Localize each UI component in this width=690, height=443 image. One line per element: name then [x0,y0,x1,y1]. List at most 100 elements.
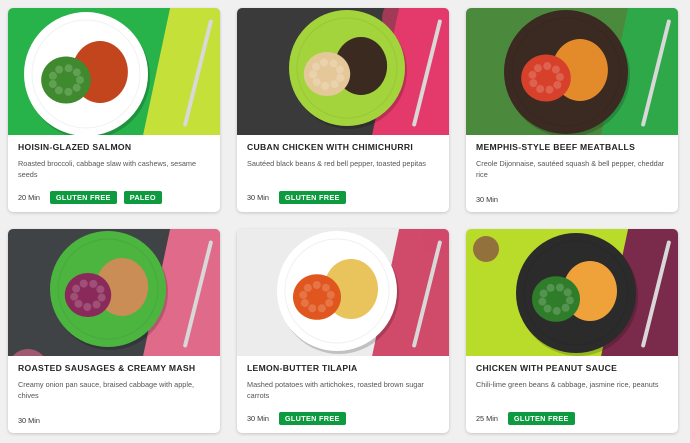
recipe-title[interactable]: Roasted Sausages & Creamy Mash [18,363,210,373]
food-detail [321,283,330,292]
recipe-photo[interactable] [237,229,449,356]
food-detail [83,302,92,311]
recipe-meta: 25 Min Gluten Free [476,412,575,425]
food-detail [311,62,320,71]
recipe-meta: 30 Min [18,416,43,425]
garnish [473,236,499,262]
food-detail [64,87,73,96]
recipe-description: Roasted broccoli, cabbage slaw with cash… [18,159,197,179]
food-detail [561,303,570,312]
food-detail [89,279,98,288]
diet-tag: Paleo [123,191,162,204]
food-detail [325,298,334,307]
food-detail [76,76,84,84]
recipe-card[interactable]: Hoisin-Glazed Salmon Roasted broccoli, c… [8,8,220,212]
food-photo-illustration [466,8,678,135]
diet-tag: Gluten Free [278,412,346,425]
cook-time: 30 Min [476,195,498,204]
food-detail [536,84,545,93]
recipe-card[interactable]: Lemon-Butter Tilapia Mashed potatoes wit… [237,229,449,433]
food-detail [96,285,105,294]
recipe-meta: 30 Min [476,195,501,204]
food-detail [528,70,537,79]
recipe-photo[interactable] [8,229,220,356]
cook-time: 20 Min [18,193,40,202]
food-detail [312,281,321,290]
recipe-title[interactable]: Chicken with Peanut Sauce [476,363,668,373]
recipe-meta: 20 Min Gluten Free Paleo [18,191,162,204]
food-detail [303,283,312,292]
food-detail [70,292,79,301]
food-detail [529,79,538,88]
recipe-grid: Hoisin-Glazed Salmon Roasted broccoli, c… [8,8,678,433]
food-detail [546,283,555,292]
diet-tag: Gluten Free [49,191,117,204]
food-detail [321,81,330,90]
recipe-description: Chili-lime green beans & cabbage, jasmin… [476,380,659,389]
food-photo-illustration [8,229,220,356]
food-detail [54,86,63,95]
food-photo-illustration [8,8,220,135]
food-photo-illustration [466,229,678,356]
recipe-card[interactable]: Cuban Chicken with Chimichurri Sautéed b… [237,8,449,212]
recipe-card[interactable]: Roasted Sausages & Creamy Mash Creamy on… [8,229,220,433]
food-detail [55,65,64,74]
food-detail [538,297,547,306]
food-detail [543,304,552,313]
food-photo-illustration [237,8,449,135]
food-detail [552,306,561,315]
food-detail [555,73,564,82]
food-detail [48,71,57,80]
cook-time: 30 Min [247,414,269,423]
food-photo-illustration [237,229,449,356]
food-detail [335,65,344,74]
cook-time: 25 Min [476,414,498,423]
food-detail [299,290,308,299]
food-detail [555,283,564,292]
food-detail [48,80,57,89]
food-detail [336,73,345,82]
recipe-description: Mashed potatoes with artichokes, roasted… [247,380,424,400]
food-detail [551,65,560,74]
food-detail [329,59,338,68]
recipe-photo[interactable] [466,229,678,356]
food-detail [317,304,326,313]
food-detail [72,68,81,77]
food-detail [533,64,542,73]
food-detail [79,279,88,288]
cook-time: 30 Min [18,416,40,425]
food-detail [308,304,317,313]
food-detail [74,299,83,308]
recipe-title[interactable]: Hoisin-Glazed Salmon [18,142,210,152]
recipe-photo[interactable] [466,8,678,135]
food-detail [92,300,101,309]
food-detail [300,299,309,308]
food-detail [565,296,574,305]
cook-time: 30 Min [247,193,269,202]
food-detail [97,293,106,302]
food-detail [326,290,335,299]
food-detail [563,288,572,297]
food-detail [539,289,548,298]
recipe-photo[interactable] [8,8,220,135]
food-detail [72,83,81,92]
recipe-meta: 30 Min Gluten Free [247,412,346,425]
diet-tag: Gluten Free [278,191,346,204]
food-detail [309,70,318,79]
food-detail [72,284,81,293]
food-detail [64,64,73,73]
recipe-title[interactable]: Cuban Chicken with Chimichurri [247,142,439,152]
food-detail [543,62,552,71]
recipe-description: Creamy onion pan sauce, braised cabbage … [18,380,195,400]
food-detail [553,80,562,89]
recipe-card[interactable]: Chicken with Peanut Sauce Chili-lime gre… [466,229,678,433]
recipe-description: Creole Dijonnaise, sautéed squash & bell… [476,159,665,179]
food-detail [312,78,321,87]
recipe-title[interactable]: Lemon-Butter Tilapia [247,363,439,373]
recipe-photo[interactable] [237,8,449,135]
recipe-card[interactable]: Memphis-Style Beef Meatballs Creole Dijo… [466,8,678,212]
food-detail [330,80,339,89]
food-detail [545,85,554,94]
diet-tag: Gluten Free [507,412,575,425]
recipe-title[interactable]: Memphis-Style Beef Meatballs [476,142,668,152]
